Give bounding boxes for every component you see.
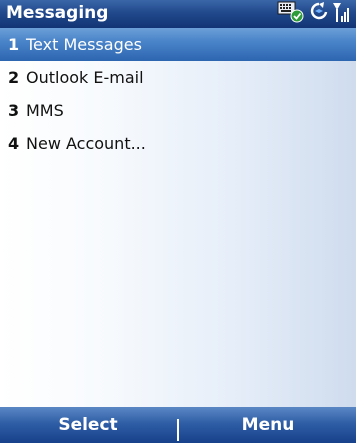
select-softkey[interactable]: Select bbox=[0, 407, 176, 443]
status-icons bbox=[276, 1, 352, 27]
signal-icon bbox=[332, 0, 352, 28]
menu-softkey[interactable]: Menu bbox=[180, 407, 356, 443]
menu-item-label: New Account... bbox=[26, 134, 146, 153]
messaging-menu: 1 Text Messages 2 Outlook E-mail 3 MMS 4… bbox=[0, 28, 356, 160]
menu-item-number: 4 bbox=[8, 134, 20, 153]
sync-icon bbox=[308, 0, 330, 28]
menu-item-mms[interactable]: 3 MMS bbox=[0, 94, 356, 127]
menu-item-label: Outlook E-mail bbox=[26, 68, 144, 87]
menu-item-label: Text Messages bbox=[26, 35, 142, 54]
menu-item-text-messages[interactable]: 1 Text Messages bbox=[0, 28, 356, 61]
menu-item-number: 1 bbox=[8, 35, 20, 54]
menu-item-label: MMS bbox=[26, 101, 64, 120]
menu-item-new-account[interactable]: 4 New Account... bbox=[0, 127, 356, 160]
messaging-screen: Messaging 1 Text Messages 2 Outlook E-ma… bbox=[0, 0, 356, 443]
menu-item-number: 2 bbox=[8, 68, 20, 87]
menu-item-number: 3 bbox=[8, 101, 20, 120]
keyboard-check-icon bbox=[276, 0, 306, 28]
softkey-bar: Select Menu bbox=[0, 407, 356, 443]
page-title: Messaging bbox=[6, 3, 109, 23]
title-bar: Messaging bbox=[0, 0, 356, 28]
menu-item-outlook-email[interactable]: 2 Outlook E-mail bbox=[0, 61, 356, 94]
softkey-divider bbox=[177, 419, 179, 441]
